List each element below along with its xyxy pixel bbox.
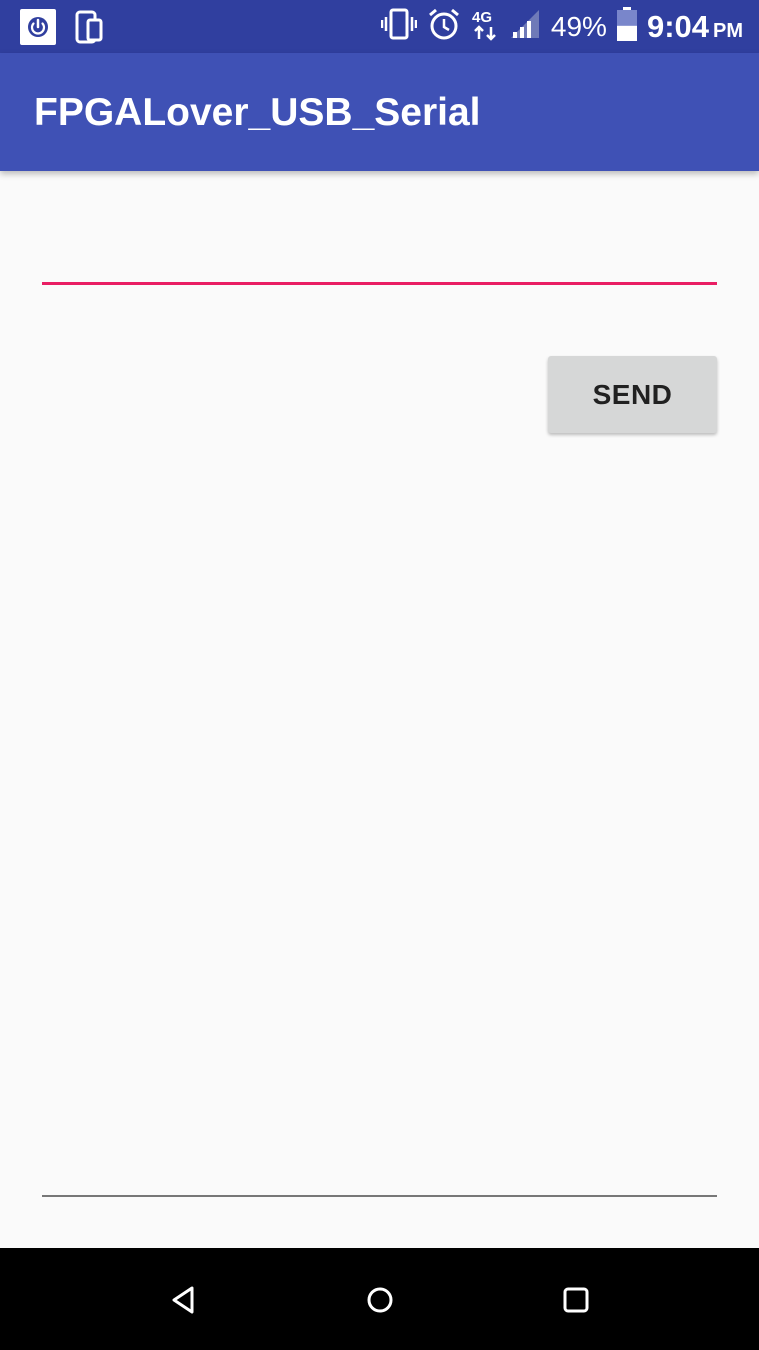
send-button[interactable]: SEND [548,356,717,433]
recents-icon[interactable] [560,1284,592,1316]
power-app-icon [20,9,56,50]
status-bar-left [20,9,104,50]
received-output [42,460,717,1197]
device-switch-icon [74,10,104,49]
navigation-bar [0,1248,759,1350]
clock-ampm: PM [713,19,743,42]
vibrate-icon [380,8,418,45]
home-icon[interactable] [364,1284,396,1316]
app-bar: FPGALover_USB_Serial [0,53,759,171]
clock: 9:04 PM [647,9,743,45]
back-icon[interactable] [168,1284,200,1316]
clock-time: 9:04 [646,8,709,44]
svg-text:4G: 4G [472,9,492,26]
status-bar-right: 4G 49% 9:04 PM [380,0,743,53]
alarm-icon [427,7,461,46]
status-bar: 4G 49% 9:04 PM [0,0,759,53]
battery-icon [616,7,637,46]
4g-data-icon: 4G [471,7,499,46]
battery-percent: 49% [550,10,607,42]
app-title: FPGALover_USB_Serial [34,91,481,134]
message-input[interactable] [42,220,717,285]
signal-icon [509,8,541,45]
